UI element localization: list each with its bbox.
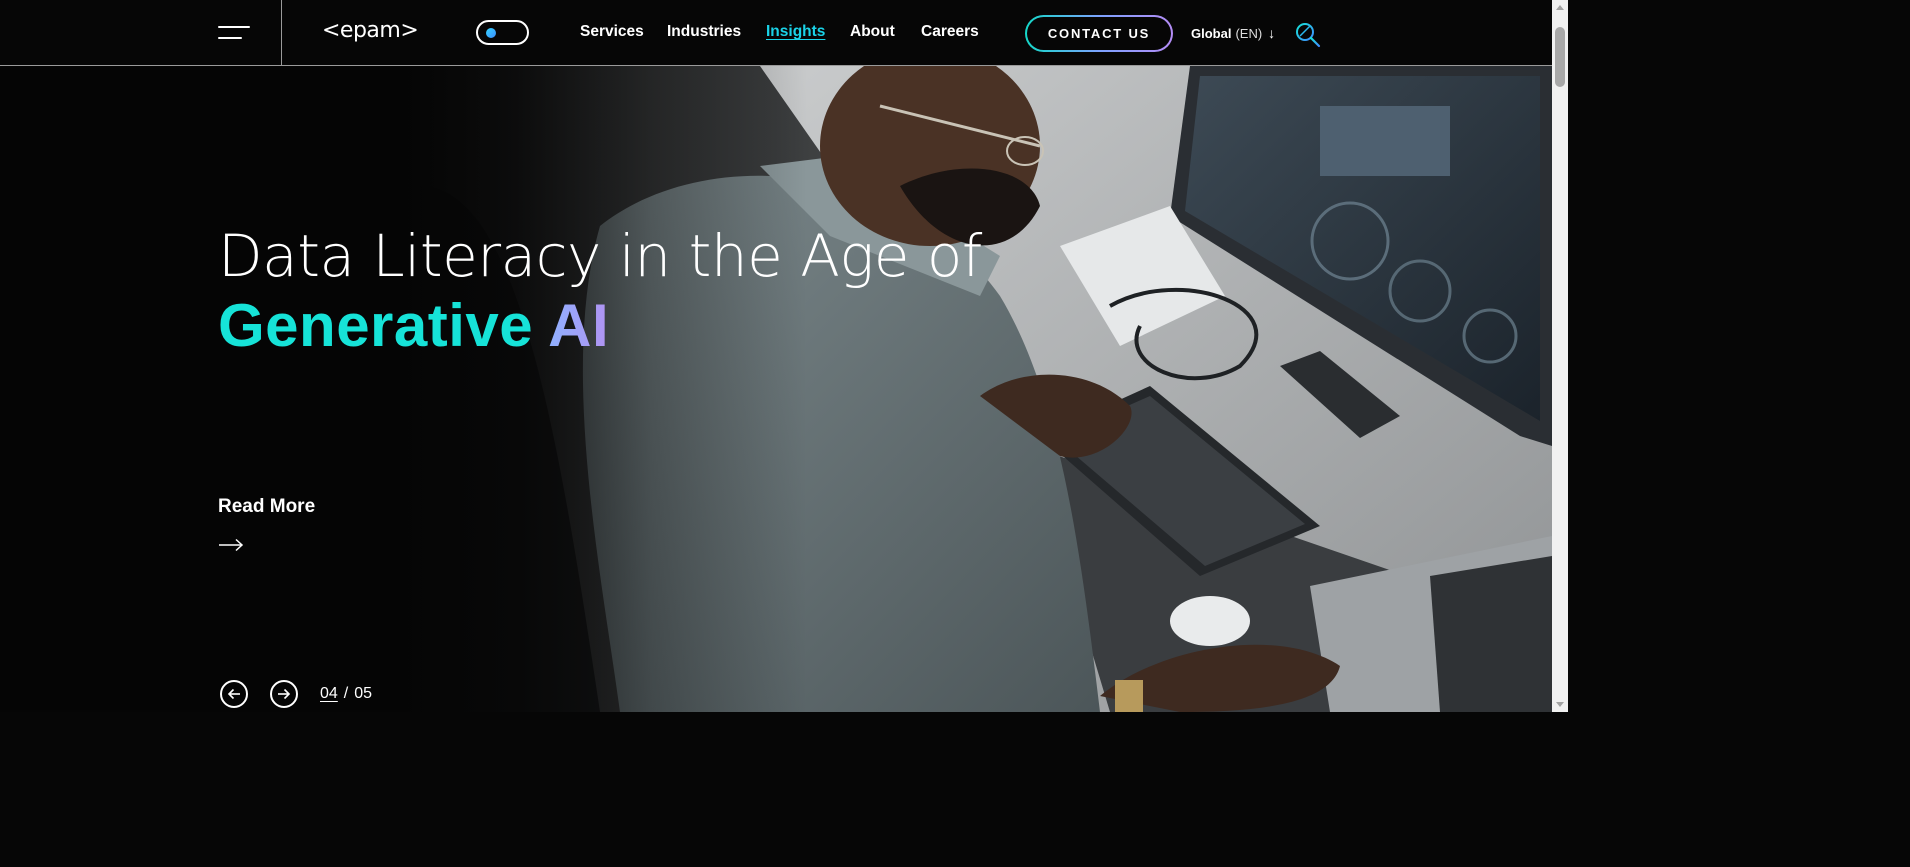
- hero-title-highlight-ai: AI: [548, 292, 610, 359]
- nav-item-services[interactable]: Services: [580, 23, 644, 41]
- epam-logo[interactable]: <epam>: [322, 17, 419, 45]
- slide-separator: /: [343, 685, 349, 702]
- next-slide-button[interactable]: [270, 680, 298, 708]
- nav-item-about[interactable]: About: [850, 23, 895, 41]
- language-code: (EN): [1235, 26, 1263, 41]
- arrow-right-icon[interactable]: [218, 538, 244, 552]
- language-selector[interactable]: Global (EN) ↓: [1191, 25, 1275, 41]
- hero-title-line1: Data Literacy in the Age of: [218, 222, 982, 290]
- slide-counter: 04 / 05: [320, 685, 372, 703]
- hero-title: Data Literacy in the Age of Generative A…: [218, 221, 982, 361]
- language-region: Global: [1191, 26, 1232, 41]
- search-icon[interactable]: [1295, 22, 1321, 48]
- scrollbar-thumb[interactable]: [1555, 27, 1565, 87]
- arrow-left-icon: [227, 688, 240, 700]
- chevron-down-icon: ↓: [1268, 25, 1276, 41]
- nav-item-industries[interactable]: Industries: [667, 23, 741, 41]
- menu-icon[interactable]: [218, 24, 250, 42]
- read-more-link[interactable]: Read More: [218, 496, 315, 518]
- nav-item-insights[interactable]: Insights: [766, 23, 825, 41]
- hero-carousel: Data Literacy in the Age of Generative A…: [0, 66, 1552, 712]
- scroll-up-arrow[interactable]: [1556, 5, 1564, 10]
- contact-us-button[interactable]: CONTACT US: [1025, 15, 1173, 52]
- previous-slide-button[interactable]: [220, 680, 248, 708]
- toggle-knob: [486, 28, 496, 38]
- slide-total: 05: [354, 685, 373, 702]
- slide-current[interactable]: 04: [320, 685, 338, 702]
- arrow-right-icon: [278, 688, 291, 700]
- page-scrollbar[interactable]: [1552, 0, 1568, 712]
- hero-title-highlight: Generative: [218, 292, 534, 359]
- nav-item-careers[interactable]: Careers: [921, 23, 979, 41]
- theme-toggle[interactable]: [476, 20, 529, 45]
- header-divider: [281, 0, 282, 65]
- scroll-down-arrow[interactable]: [1556, 702, 1564, 707]
- hero-gradient-overlay: [0, 66, 1552, 712]
- site-header: <epam> Services Industries Insights Abou…: [0, 0, 1552, 66]
